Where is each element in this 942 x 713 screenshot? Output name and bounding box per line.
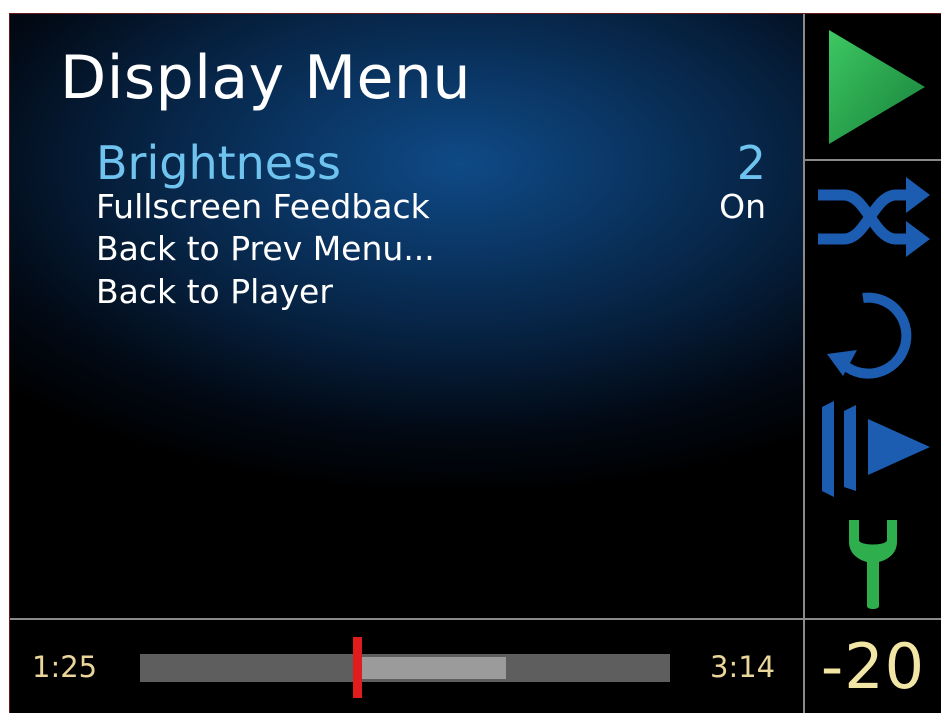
- volume-display: -20: [805, 620, 941, 713]
- skip-forward-button[interactable]: [805, 399, 941, 499]
- progress-handle[interactable]: [353, 637, 362, 698]
- menu-item-value: 2: [736, 136, 766, 190]
- shuffle-icon: [818, 176, 930, 257]
- shuffle-button[interactable]: [805, 164, 941, 269]
- menu-item-back-to-player[interactable]: Back to Player: [96, 271, 766, 313]
- menu-item-label: Brightness: [96, 136, 342, 190]
- elapsed-time: 1:25: [32, 650, 98, 684]
- sidebar-divider: [805, 159, 941, 161]
- play-icon: [829, 29, 925, 144]
- repeat-icon: [827, 292, 912, 379]
- menu-item-value: On: [719, 187, 766, 226]
- vertical-divider: [803, 14, 805, 713]
- total-time: 3:14: [710, 650, 776, 684]
- menu-item-brightness[interactable]: Brightness 2: [96, 135, 766, 191]
- progress-track[interactable]: [140, 637, 670, 698]
- skip-forward-icon: [822, 401, 930, 497]
- menu-item-label: Fullscreen Feedback: [96, 187, 430, 226]
- sidebar: [805, 14, 941, 618]
- play-button[interactable]: [805, 14, 941, 159]
- playback-bar: 1:25 3:14: [10, 620, 803, 713]
- volume-value: -20: [820, 629, 926, 703]
- menu-panel: Display Menu Brightness 2 Fullscreen Fee…: [10, 14, 803, 618]
- progress-buffer: [357, 657, 506, 679]
- menu-item-label: Back to Player: [96, 272, 333, 311]
- wrench-icon: [849, 519, 897, 609]
- menu-item-back-to-prev-menu[interactable]: Back to Prev Menu...: [96, 228, 766, 270]
- menu-item-fullscreen-feedback[interactable]: Fullscreen Feedback On: [96, 186, 766, 228]
- player-window: Display Menu Brightness 2 Fullscreen Fee…: [9, 13, 941, 713]
- repeat-button[interactable]: [805, 279, 941, 389]
- page-title: Display Menu: [60, 43, 471, 113]
- settings-button[interactable]: [805, 509, 941, 614]
- menu-item-label: Back to Prev Menu...: [96, 229, 435, 268]
